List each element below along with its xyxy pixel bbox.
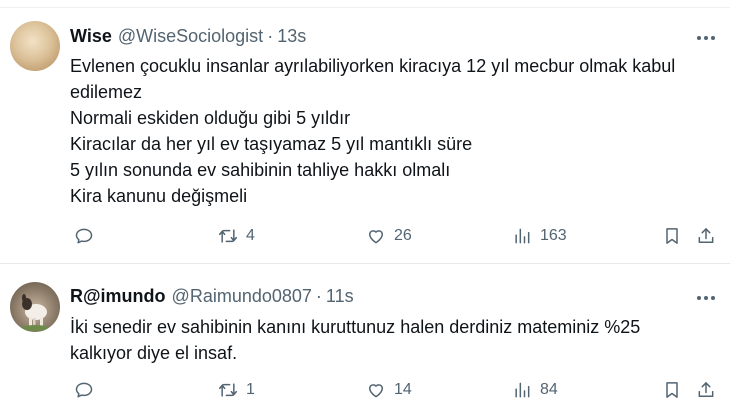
- timestamp[interactable]: 11s: [326, 286, 354, 307]
- tweet-text-line: edilemez: [70, 82, 143, 102]
- tweet-text: Evlenen çocuklu insanlar ayrılabiliyorke…: [70, 53, 720, 209]
- more-icon[interactable]: [694, 288, 718, 308]
- like-count: 26: [394, 227, 412, 244]
- retweet-button[interactable]: 1: [218, 378, 255, 402]
- bookmark-button[interactable]: [662, 224, 682, 248]
- reply-button[interactable]: [74, 378, 102, 402]
- share-button[interactable]: [696, 378, 716, 402]
- views-button[interactable]: 84: [512, 378, 558, 402]
- goat-avatar-image: [21, 294, 49, 331]
- tweet-text-line: İki senedir ev sahibinin kanını kuruttun…: [70, 317, 641, 337]
- reply-icon: [75, 382, 93, 398]
- views-button[interactable]: 163: [512, 224, 567, 248]
- bookmark-icon: [666, 228, 678, 244]
- views-count: 84: [540, 381, 558, 398]
- retweet-icon: [218, 383, 238, 397]
- views-icon: [515, 382, 530, 398]
- tweet-text-line: 5 yılın sonunda ev sahibinin tahliye hak…: [70, 160, 451, 180]
- reply-button[interactable]: [74, 224, 102, 248]
- more-icon[interactable]: [694, 28, 718, 48]
- tweet-header: Wise @WiseSociologist · 13s: [70, 26, 306, 47]
- tweet-text-line: Kira kanunu değişmeli: [70, 186, 248, 206]
- bookmark-button[interactable]: [662, 378, 682, 402]
- timestamp[interactable]: 13s: [277, 26, 306, 47]
- heart-icon: [369, 230, 383, 244]
- like-button[interactable]: 14: [366, 378, 412, 402]
- share-button[interactable]: [696, 224, 716, 248]
- tweet-text-line: Normali eskiden olduğu gibi 5 yıldır: [70, 108, 351, 128]
- reply-icon: [75, 228, 93, 244]
- separator-dot: ·: [315, 286, 322, 306]
- tweet-actions: 1 14 84: [70, 378, 720, 402]
- heart-icon: [369, 384, 383, 398]
- tweet-actions: 4 26 163: [70, 224, 720, 248]
- views-icon: [515, 228, 530, 244]
- like-count: 14: [394, 381, 412, 398]
- share-icon: [698, 382, 714, 397]
- like-button[interactable]: 26: [366, 224, 412, 248]
- user-handle[interactable]: @WiseSociologist: [118, 26, 263, 47]
- bookmark-icon: [666, 382, 678, 398]
- tweet-text-line: Evlenen çocuklu insanlar ayrılabiliyorke…: [70, 56, 676, 76]
- display-name[interactable]: Wise: [70, 26, 112, 47]
- share-icon: [698, 228, 714, 243]
- retweet-count: 4: [246, 227, 255, 244]
- views-count: 163: [540, 227, 567, 244]
- user-handle[interactable]: @Raimundo0807: [172, 286, 312, 307]
- display-name[interactable]: R@imundo: [70, 286, 166, 307]
- separator-dot: ·: [267, 26, 274, 46]
- retweet-button[interactable]: 4: [218, 224, 255, 248]
- avatar[interactable]: [10, 282, 60, 332]
- retweet-icon: [218, 229, 238, 243]
- avatar[interactable]: [10, 21, 60, 71]
- tweet-header: R@imundo @Raimundo0807 · 11s: [70, 286, 354, 307]
- tweet-text-line: kalkıyor diye el insaf.: [70, 343, 238, 363]
- tweet-text: İki senedir ev sahibinin kanını kuruttun…: [70, 314, 720, 366]
- tweet[interactable]: Wise @WiseSociologist · 13s Evlenen çocu…: [0, 0, 730, 264]
- retweet-count: 1: [246, 381, 255, 398]
- tweet-text-line: Kiracılar da her yıl ev taşıyamaz 5 yıl …: [70, 134, 473, 154]
